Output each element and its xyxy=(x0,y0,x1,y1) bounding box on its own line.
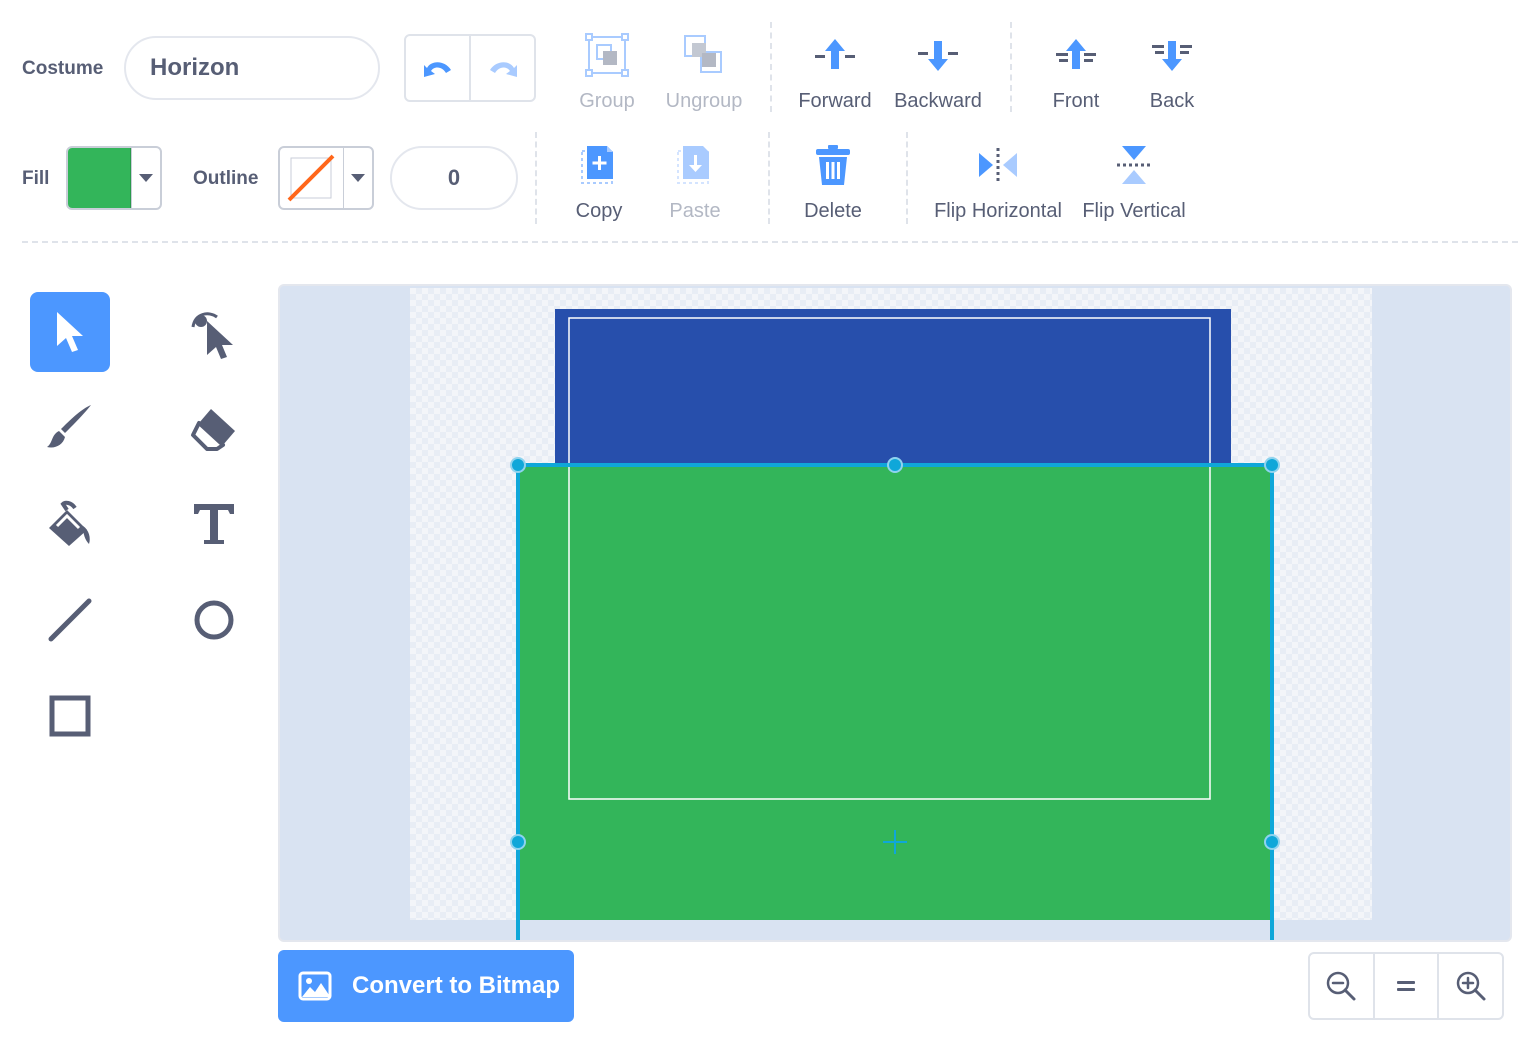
line-icon xyxy=(48,598,92,642)
outline-dropdown-caret[interactable] xyxy=(342,148,372,208)
convert-label: Convert to Bitmap xyxy=(352,972,561,999)
fill-label: Fill xyxy=(22,168,50,189)
zoom-in-icon xyxy=(1456,971,1486,1001)
text-tool[interactable] xyxy=(174,484,254,564)
convert-to-bitmap-button[interactable]: Convert to Bitmap xyxy=(278,950,574,1022)
paint-bucket-icon xyxy=(49,500,90,546)
reshape-tool[interactable] xyxy=(174,292,254,372)
zoom-out-icon xyxy=(1327,971,1356,1001)
outline-width-input[interactable] xyxy=(390,146,518,210)
canvas-drawing xyxy=(510,309,1280,940)
line-tool[interactable] xyxy=(30,580,110,660)
history-controls xyxy=(404,34,536,102)
undo-button[interactable] xyxy=(406,36,469,100)
circle-icon xyxy=(194,600,234,640)
ungroup-label: Ungroup xyxy=(665,90,743,112)
brush-tool[interactable] xyxy=(30,388,110,468)
flip-vertical-label: Flip Vertical xyxy=(1082,200,1186,222)
image-icon xyxy=(298,971,332,1001)
forward-button[interactable]: Forward xyxy=(780,30,890,113)
backward-button[interactable]: Backward xyxy=(883,30,993,113)
back-icon xyxy=(1152,41,1192,71)
zoom-reset-button[interactable] xyxy=(1372,954,1438,1018)
resize-handle-top-left[interactable] xyxy=(510,457,526,473)
front-label: Front xyxy=(1052,90,1100,112)
undo-icon xyxy=(423,62,451,77)
outline-color-picker[interactable] xyxy=(278,146,374,210)
forward-label: Forward xyxy=(798,90,872,112)
back-button[interactable]: Back xyxy=(1117,30,1227,113)
eraser-icon xyxy=(191,409,235,451)
flip-horizontal-button[interactable]: Flip Horizontal xyxy=(933,140,1063,223)
flip-vertical-button[interactable]: Flip Vertical xyxy=(1079,140,1189,223)
copy-button[interactable]: Copy xyxy=(544,140,654,223)
front-icon xyxy=(1056,39,1096,69)
group-icon xyxy=(585,33,629,77)
fill-tool[interactable] xyxy=(30,484,110,564)
chevron-down-icon xyxy=(138,174,153,182)
select-tool[interactable] xyxy=(30,292,110,372)
fill-color-picker[interactable] xyxy=(66,146,162,210)
arrow-pointer-icon xyxy=(57,312,83,352)
copy-label: Copy xyxy=(575,200,623,222)
redo-button[interactable] xyxy=(469,36,534,100)
zoom-reset-icon xyxy=(1397,981,1415,991)
outline-swatch xyxy=(280,148,343,208)
paste-button[interactable]: Paste xyxy=(640,140,750,223)
circle-tool[interactable] xyxy=(174,580,254,660)
resize-handle-top[interactable] xyxy=(887,457,903,473)
chevron-down-icon xyxy=(350,174,365,182)
rectangle-tool[interactable] xyxy=(30,676,110,756)
ungroup-icon xyxy=(684,35,722,73)
back-label: Back xyxy=(1149,90,1195,112)
flip-vertical-icon xyxy=(1117,146,1151,184)
square-icon xyxy=(49,695,91,737)
resize-handle-right[interactable] xyxy=(1264,834,1280,850)
costume-name-input[interactable] xyxy=(124,36,380,100)
group-label: Group xyxy=(579,90,635,112)
paste-label: Paste xyxy=(669,200,721,222)
ungroup-button[interactable]: Ungroup xyxy=(649,30,759,113)
costume-label: Costume xyxy=(22,58,104,79)
backward-icon xyxy=(918,41,958,71)
brush-icon xyxy=(47,405,91,448)
forward-icon xyxy=(815,39,855,69)
flip-horizontal-icon xyxy=(979,148,1017,182)
fill-swatch xyxy=(68,148,131,208)
zoom-controls xyxy=(1308,952,1504,1020)
copy-icon xyxy=(581,146,613,184)
redo-icon xyxy=(489,62,517,77)
text-t-icon xyxy=(194,504,234,544)
group-button[interactable]: Group xyxy=(552,30,662,113)
paste-icon xyxy=(677,146,709,184)
resize-handle-left[interactable] xyxy=(510,834,526,850)
zoom-in-button[interactable] xyxy=(1437,954,1502,1018)
fill-dropdown-caret[interactable] xyxy=(130,148,160,208)
trash-icon xyxy=(816,145,850,185)
backward-label: Backward xyxy=(894,90,982,112)
no-color-icon xyxy=(287,154,335,202)
front-button[interactable]: Front xyxy=(1021,30,1131,113)
toolbar-divider xyxy=(22,241,1518,243)
zoom-out-button[interactable] xyxy=(1310,954,1373,1018)
resize-handle-top-right[interactable] xyxy=(1264,457,1280,473)
delete-label: Delete xyxy=(804,200,862,222)
delete-button[interactable]: Delete xyxy=(778,140,888,223)
eraser-tool[interactable] xyxy=(174,388,254,468)
outline-label: Outline xyxy=(193,168,259,189)
flip-horizontal-label: Flip Horizontal xyxy=(934,200,1062,222)
paint-canvas[interactable] xyxy=(278,284,1512,942)
reshape-icon xyxy=(191,312,233,359)
